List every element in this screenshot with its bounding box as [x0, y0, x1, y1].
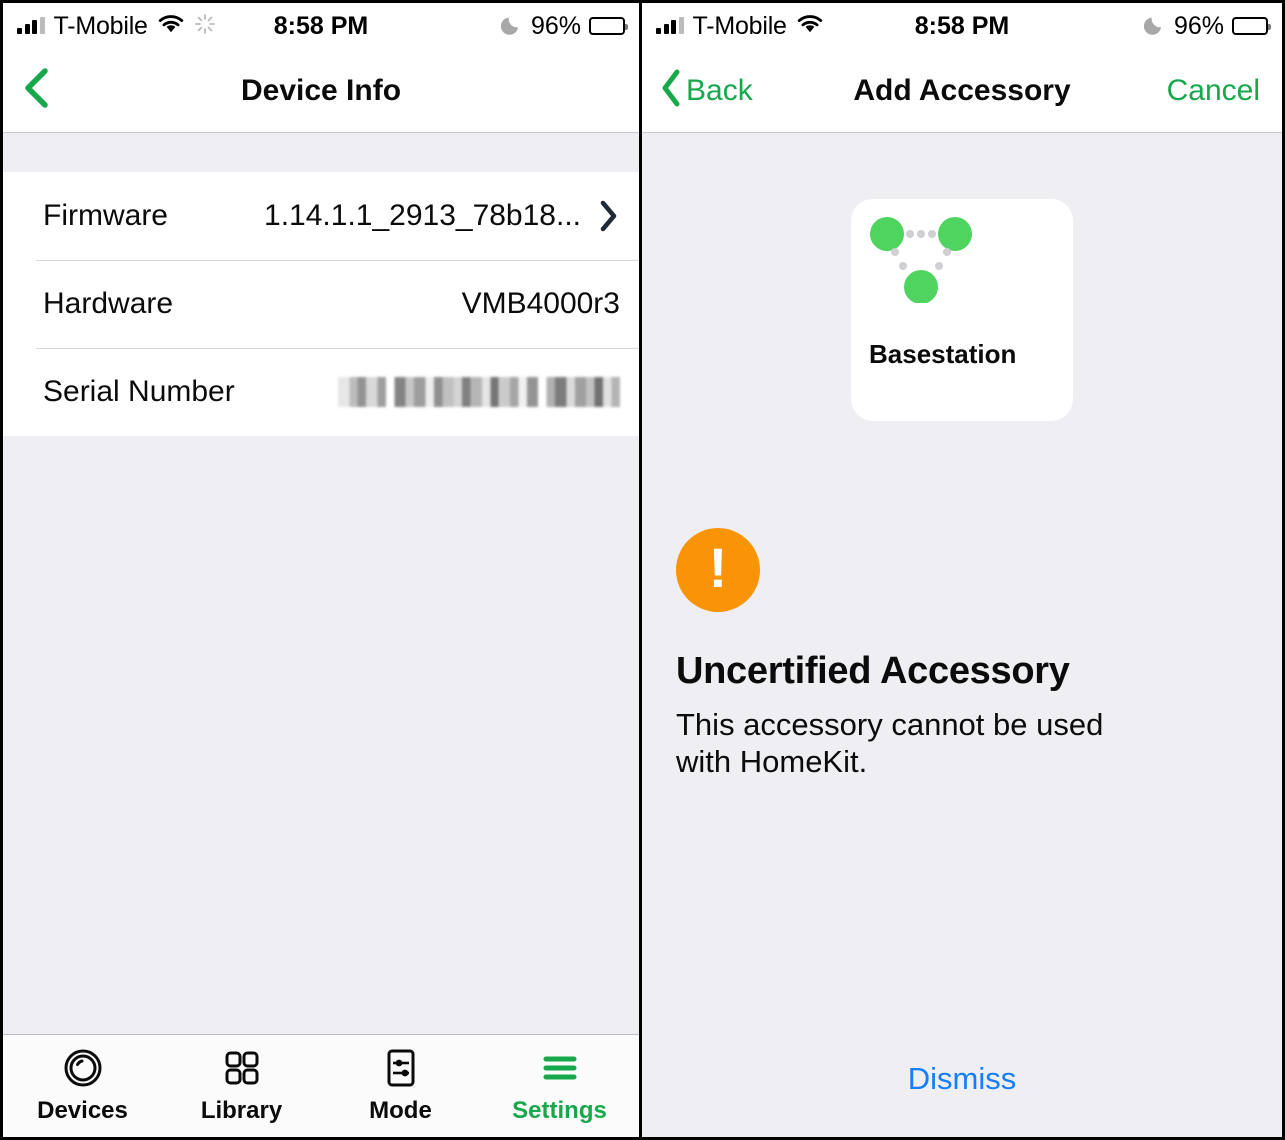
wifi-icon — [157, 14, 185, 39]
nav-bar-right: Back Add Accessory Cancel — [642, 49, 1282, 133]
add-accessory-screen: T-Mobile 8:58 PM 96% Back Add Accessory … — [642, 3, 1282, 1137]
warning-exclamation-icon: ! — [676, 528, 760, 612]
alert-title: Uncertified Accessory — [676, 650, 1070, 692]
tab-mode[interactable]: Mode — [321, 1035, 480, 1137]
battery-percent-label: 96% — [530, 11, 581, 40]
screenshot-root: T-Mobile 8:58 PM 96% Device Info Firmwar… — [0, 0, 1285, 1140]
dismiss-button[interactable]: Dismiss — [908, 1061, 1017, 1097]
tab-label: Settings — [512, 1097, 607, 1124]
tab-label: Devices — [37, 1097, 128, 1124]
basestation-nodes-icon — [869, 217, 973, 304]
status-bar-right: T-Mobile 8:58 PM 96% — [642, 3, 1282, 49]
list-row-serial-number: Serial Number — [3, 348, 639, 436]
chevron-right-icon — [596, 197, 620, 235]
status-bar-right-group: 96% — [500, 11, 628, 41]
exclamation-glyph: ! — [708, 536, 728, 599]
battery-percent-label: 96% — [1173, 11, 1224, 40]
back-button[interactable] — [19, 63, 53, 118]
tab-label: Mode — [369, 1097, 432, 1124]
moon-do-not-disturb-icon — [500, 13, 523, 40]
tab-library[interactable]: Library — [162, 1035, 321, 1137]
tab-label: Library — [200, 1097, 283, 1124]
hamburger-menu-icon — [539, 1047, 581, 1089]
chevron-left-icon — [19, 63, 53, 118]
nav-bar-left: Device Info — [3, 49, 639, 133]
cellular-signal-icon — [656, 17, 684, 34]
back-button[interactable]: Back — [658, 65, 753, 116]
sliders-square-icon — [380, 1047, 422, 1089]
grid-squares-icon — [221, 1047, 263, 1089]
battery-full-icon — [589, 17, 628, 35]
accessory-card-basestation[interactable]: Basestation — [851, 199, 1073, 421]
list-empty-space — [3, 436, 639, 1034]
battery-full-icon — [1232, 17, 1271, 35]
device-info-screen: T-Mobile 8:58 PM 96% Device Info Firmwar… — [3, 3, 642, 1137]
status-bar-left-group: T-Mobile — [656, 12, 824, 41]
row-label: Hardware — [43, 287, 174, 320]
status-bar-right-group: 96% — [1143, 11, 1271, 41]
row-label: Serial Number — [43, 375, 235, 408]
page-title: Device Info — [240, 73, 402, 107]
row-value: 1.14.1.1_2913_78b18... — [264, 199, 581, 232]
camera-lens-icon — [62, 1047, 104, 1089]
status-bar-left: T-Mobile 8:58 PM 96% — [3, 3, 639, 49]
chevron-left-icon — [658, 65, 684, 116]
alert-message: This accessory cannot be used with HomeK… — [676, 707, 1104, 779]
cellular-signal-icon — [17, 17, 45, 34]
dismiss-button-row: Dismiss — [642, 1061, 1282, 1097]
back-button-label: Back — [686, 73, 753, 107]
uncertified-accessory-alert: ! Uncertified Accessory This accessory c… — [676, 528, 1282, 780]
tab-settings[interactable]: Settings — [480, 1035, 639, 1137]
redacted-serial-number-value — [338, 377, 620, 407]
device-info-body: Firmware 1.14.1.1_2913_78b18... Hardware… — [3, 133, 639, 1034]
cancel-button[interactable]: Cancel — [1167, 74, 1260, 108]
add-accessory-body: Basestation ! Uncertified Accessory This… — [642, 133, 1282, 1137]
carrier-label: T-Mobile — [53, 11, 148, 40]
device-info-list: Firmware 1.14.1.1_2913_78b18... Hardware… — [3, 172, 639, 436]
tab-devices[interactable]: Devices — [3, 1035, 162, 1137]
list-row-firmware[interactable]: Firmware 1.14.1.1_2913_78b18... — [3, 172, 639, 260]
row-label: Firmware — [43, 199, 168, 232]
accessory-name-label: Basestation — [869, 339, 1017, 369]
tab-bar: Devices Library Mode Settings — [3, 1034, 639, 1137]
list-top-gap — [3, 133, 639, 172]
activity-spinner-icon — [194, 13, 216, 40]
wifi-icon — [796, 14, 824, 39]
moon-do-not-disturb-icon — [1143, 13, 1166, 40]
carrier-label: T-Mobile — [692, 11, 787, 40]
list-row-hardware: Hardware VMB4000r3 — [3, 260, 639, 348]
status-bar-left-group: T-Mobile — [17, 12, 216, 41]
row-value: VMB4000r3 — [461, 287, 620, 320]
